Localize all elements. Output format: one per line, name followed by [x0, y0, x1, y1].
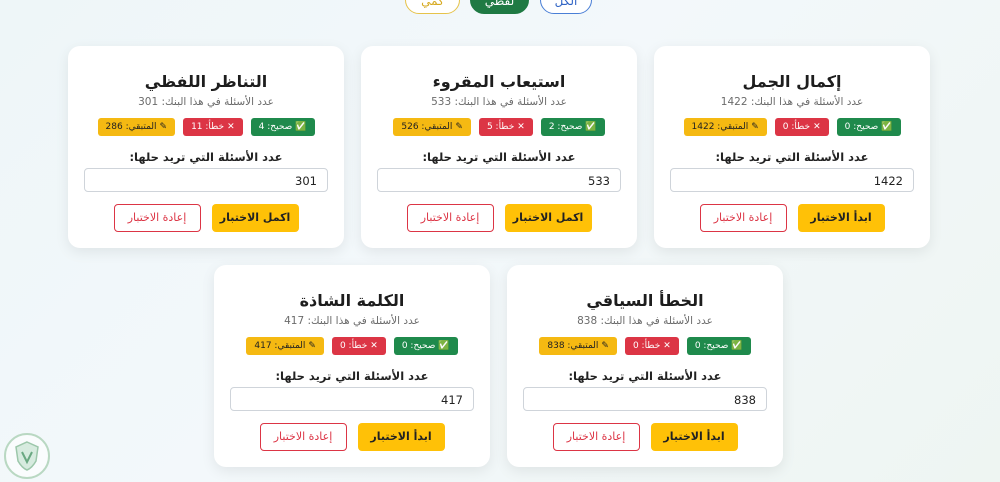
card-title: الكلمة الشاذة: [299, 291, 405, 310]
x-icon: ✕: [517, 122, 525, 132]
remaining-badge: ✎ المتبقي: 838: [539, 337, 617, 355]
wrong-count: خطأ: 0: [339, 341, 368, 351]
correct-count: صحيح: 4: [258, 122, 293, 132]
x-icon: ✕: [663, 341, 671, 351]
wrong-count: خطأ: 0: [782, 122, 811, 132]
question-count-label: عدد الأسئلة التي تريد حلها:: [715, 150, 869, 164]
bank-count: عدد الأسئلة في هذا البنك: 533: [431, 96, 567, 108]
question-count-input[interactable]: 417: [230, 387, 474, 411]
card-actions: اكمل الاختبار إعادة الاختبار: [361, 204, 637, 232]
start-quiz-button[interactable]: ابدأ الاختبار: [357, 423, 445, 451]
pencil-icon: ✎: [601, 341, 609, 351]
correct-count: صحيح: 0: [844, 122, 879, 132]
card-title: إكمال الجمل: [742, 72, 842, 91]
pencil-icon: ✎: [751, 122, 759, 132]
shield-logo-icon: [15, 441, 39, 471]
correct-badge: ✅ صحيح: 0: [393, 337, 458, 355]
continue-quiz-button[interactable]: اكمل الاختبار: [504, 204, 592, 232]
quiz-card-reading-comprehension: استيعاب المقروء عدد الأسئلة في هذا البنك…: [361, 46, 637, 248]
card-actions: ابدأ الاختبار إعادة الاختبار: [507, 423, 783, 451]
bank-count: عدد الأسئلة في هذا البنك: 838: [577, 315, 713, 327]
question-count-label: عدد الأسئلة التي تريد حلها:: [422, 150, 576, 164]
bank-count: عدد الأسئلة في هذا البنك: 301: [138, 96, 274, 108]
wrong-badge: ✕ خطأ: 0: [774, 118, 829, 136]
quiz-card-odd-word: الكلمة الشاذة عدد الأسئلة في هذا البنك: …: [214, 265, 490, 467]
site-logo-icon[interactable]: [4, 433, 50, 479]
remaining-count: المتبقي: 838: [547, 341, 599, 351]
correct-count: صحيح: 2: [548, 122, 583, 132]
question-count-input[interactable]: 533: [377, 168, 621, 192]
correct-badge: ✅ صحيح: 2: [540, 118, 605, 136]
card-title: استيعاب المقروء: [432, 72, 566, 91]
card-title: الخطأ السياقي: [586, 291, 704, 310]
bank-count: عدد الأسئلة في هذا البنك: 1422: [720, 96, 864, 108]
card-actions: اكمل الاختبار إعادة الاختبار: [68, 204, 344, 232]
check-icon: ✅: [585, 122, 597, 132]
stats-badges: ✅ صحيح: 2 ✕ خطأ: 5 ✎ المتبقي: 526: [361, 118, 637, 136]
quiz-card-sentence-completion: إكمال الجمل عدد الأسئلة في هذا البنك: 14…: [654, 46, 930, 248]
continue-quiz-button[interactable]: اكمل الاختبار: [211, 204, 299, 232]
remaining-badge: ✎ المتبقي: 286: [97, 118, 176, 136]
stats-badges: ✅ صحيح: 0 ✕ خطأ: 0 ✎ المتبقي: 417: [214, 337, 490, 355]
remaining-badge: ✎ المتبقي: 1422: [683, 118, 767, 136]
correct-count: صحيح: 0: [694, 341, 729, 351]
remaining-badge: ✎ المتبقي: 417: [246, 337, 324, 355]
pencil-icon: ✎: [159, 122, 168, 132]
remaining-count: المتبقي: 417: [254, 341, 306, 351]
wrong-count: خطأ: 0: [632, 341, 661, 351]
question-count-label: عدد الأسئلة التي تريد حلها:: [275, 369, 429, 383]
x-icon: ✕: [227, 122, 235, 132]
question-count-input[interactable]: 301: [84, 168, 328, 192]
check-icon: ✅: [438, 341, 450, 351]
wrong-badge: ✕ خطأ: 11: [183, 118, 243, 136]
check-icon: ✅: [295, 122, 307, 132]
correct-badge: ✅ صحيح: 0: [686, 337, 751, 355]
filter-quant-button[interactable]: كمي: [405, 0, 460, 14]
check-icon: ✅: [731, 341, 743, 351]
stats-badges: ✅ صحيح: 0 ✕ خطأ: 0 ✎ المتبقي: 1422: [654, 118, 930, 136]
wrong-badge: ✕ خطأ: 0: [331, 337, 386, 355]
reset-quiz-button[interactable]: إعادة الاختبار: [113, 204, 201, 232]
pencil-icon: ✎: [455, 122, 463, 132]
reset-quiz-button[interactable]: إعادة الاختبار: [699, 204, 787, 232]
pencil-icon: ✎: [308, 341, 316, 351]
card-actions: ابدأ الاختبار إعادة الاختبار: [654, 204, 930, 232]
question-count-label: عدد الأسئلة التي تريد حلها:: [129, 150, 283, 164]
reset-quiz-button[interactable]: إعادة الاختبار: [552, 423, 640, 451]
card-title: التناظر اللفظي: [144, 72, 268, 91]
wrong-badge: ✕ خطأ: 0: [624, 337, 679, 355]
quiz-card-contextual-error: الخطأ السياقي عدد الأسئلة في هذا البنك: …: [507, 265, 783, 467]
remaining-badge: ✎ المتبقي: 526: [393, 118, 471, 136]
stats-badges: ✅ صحيح: 0 ✕ خطأ: 0 ✎ المتبقي: 838: [507, 337, 783, 355]
question-count-input[interactable]: 1422: [670, 168, 914, 192]
remaining-count: المتبقي: 286: [105, 122, 157, 132]
question-count-input[interactable]: 838: [523, 387, 767, 411]
reset-quiz-button[interactable]: إعادة الاختبار: [259, 423, 347, 451]
start-quiz-button[interactable]: ابدأ الاختبار: [797, 204, 885, 232]
remaining-count: المتبقي: 526: [401, 122, 453, 132]
correct-badge: ✅ صحيح: 4: [250, 118, 315, 136]
question-count-label: عدد الأسئلة التي تريد حلها:: [568, 369, 722, 383]
correct-count: صحيح: 0: [401, 341, 436, 351]
x-icon: ✕: [370, 341, 378, 351]
bank-count: عدد الأسئلة في هذا البنك: 417: [284, 315, 420, 327]
stats-badges: ✅ صحيح: 4 ✕ خطأ: 11 ✎ المتبقي: 286: [68, 118, 344, 136]
filter-verbal-button[interactable]: لفظي: [470, 0, 529, 14]
check-icon: ✅: [881, 122, 893, 132]
card-actions: ابدأ الاختبار إعادة الاختبار: [214, 423, 490, 451]
reset-quiz-button[interactable]: إعادة الاختبار: [406, 204, 494, 232]
wrong-count: خطأ: 11: [191, 122, 225, 132]
filter-all-button[interactable]: الكل: [540, 0, 592, 14]
wrong-badge: ✕ خطأ: 5: [478, 118, 533, 136]
quiz-card-verbal-analogy: التناظر اللفظي عدد الأسئلة في هذا البنك:…: [68, 46, 344, 248]
correct-badge: ✅ صحيح: 0: [836, 118, 901, 136]
category-filters: الكل لفظي كمي: [0, 0, 1000, 16]
remaining-count: المتبقي: 1422: [691, 122, 749, 132]
start-quiz-button[interactable]: ابدأ الاختبار: [650, 423, 738, 451]
wrong-count: خطأ: 5: [486, 122, 515, 132]
x-icon: ✕: [813, 122, 821, 132]
